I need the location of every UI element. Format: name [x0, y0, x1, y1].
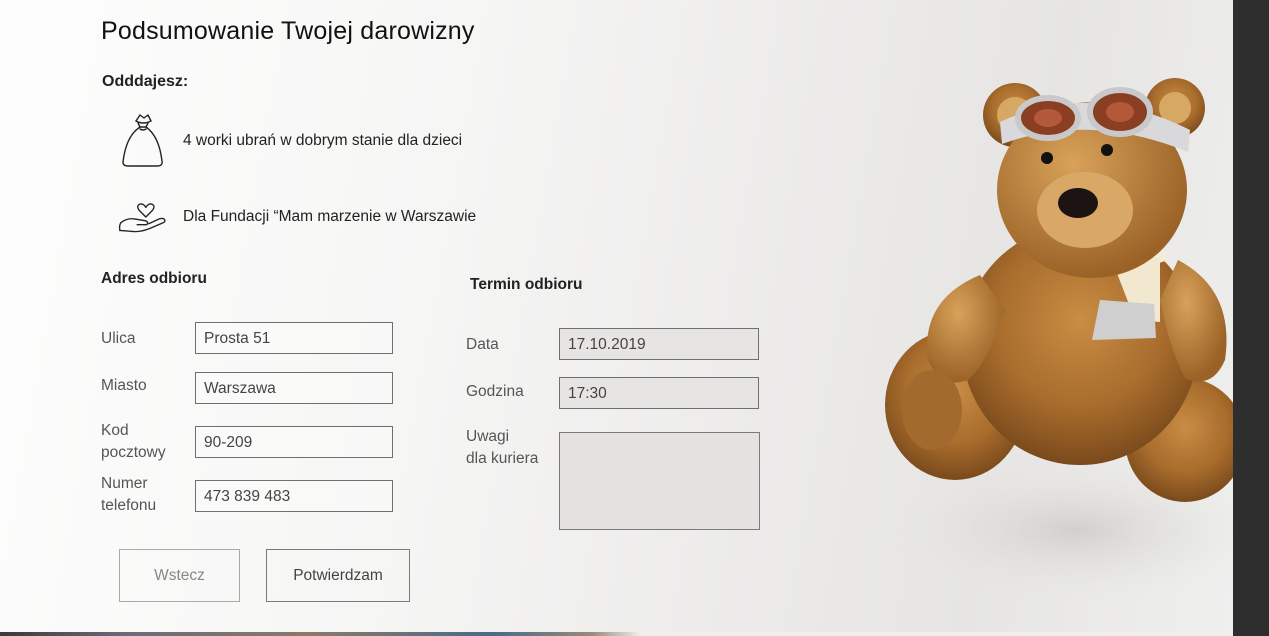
- pickup-heading: Termin odbioru: [470, 276, 583, 293]
- street-input[interactable]: Prosta 51: [195, 322, 393, 354]
- city-input[interactable]: Warszawa: [195, 372, 393, 404]
- postal-code-label: Kod pocztowy: [101, 420, 166, 464]
- courier-notes-textarea[interactable]: [559, 432, 760, 530]
- donation-item-foundation: Dla Fundacji “Mam marzenie w Warszawie: [117, 189, 476, 245]
- phone-input[interactable]: 473 839 483: [195, 480, 393, 512]
- postal-code-label-line1: Kod: [101, 422, 129, 439]
- back-button[interactable]: Wstecz: [119, 549, 240, 602]
- page-title: Podsumowanie Twojej darowizny: [101, 17, 475, 45]
- city-label: Miasto: [101, 377, 147, 394]
- phone-label: Numer telefonu: [101, 473, 156, 517]
- summary-page: Podsumowanie Twojej darowizny Odddajesz:…: [0, 0, 1233, 632]
- confirm-button[interactable]: Potwierdzam: [266, 549, 410, 602]
- time-label: Godzina: [466, 383, 524, 400]
- teddy-bear-image: [885, 78, 1233, 600]
- giving-label: Odddajesz:: [102, 73, 189, 90]
- date-label: Data: [466, 336, 499, 353]
- date-input[interactable]: 17.10.2019: [559, 328, 759, 360]
- bag-icon: [117, 113, 167, 169]
- phone-label-line1: Numer: [101, 475, 148, 492]
- time-input[interactable]: 17:30: [559, 377, 759, 409]
- postal-code-label-line2: pocztowy: [101, 444, 166, 461]
- donation-item-text: 4 worki ubrań w dobrym stanie dla dzieci: [183, 132, 463, 149]
- bottom-taskbar-strip: [0, 632, 1233, 636]
- donation-item-text: Dla Fundacji “Mam marzenie w Warszawie: [183, 208, 477, 225]
- street-label: Ulica: [101, 330, 136, 347]
- courier-notes-label-line2: dla kuriera: [466, 450, 539, 467]
- address-heading: Adres odbioru: [101, 270, 207, 287]
- donation-item-bags: 4 worki ubrań w dobrym stanie dla dzieci: [117, 113, 462, 169]
- right-dark-strip: [1233, 0, 1269, 636]
- phone-label-line2: telefonu: [101, 497, 157, 514]
- courier-notes-label: Uwagi dla kuriera: [466, 426, 538, 470]
- heart-hand-icon: [117, 189, 167, 245]
- courier-notes-label-line1: Uwagi: [466, 428, 510, 445]
- postal-code-input[interactable]: 90-209: [195, 426, 393, 458]
